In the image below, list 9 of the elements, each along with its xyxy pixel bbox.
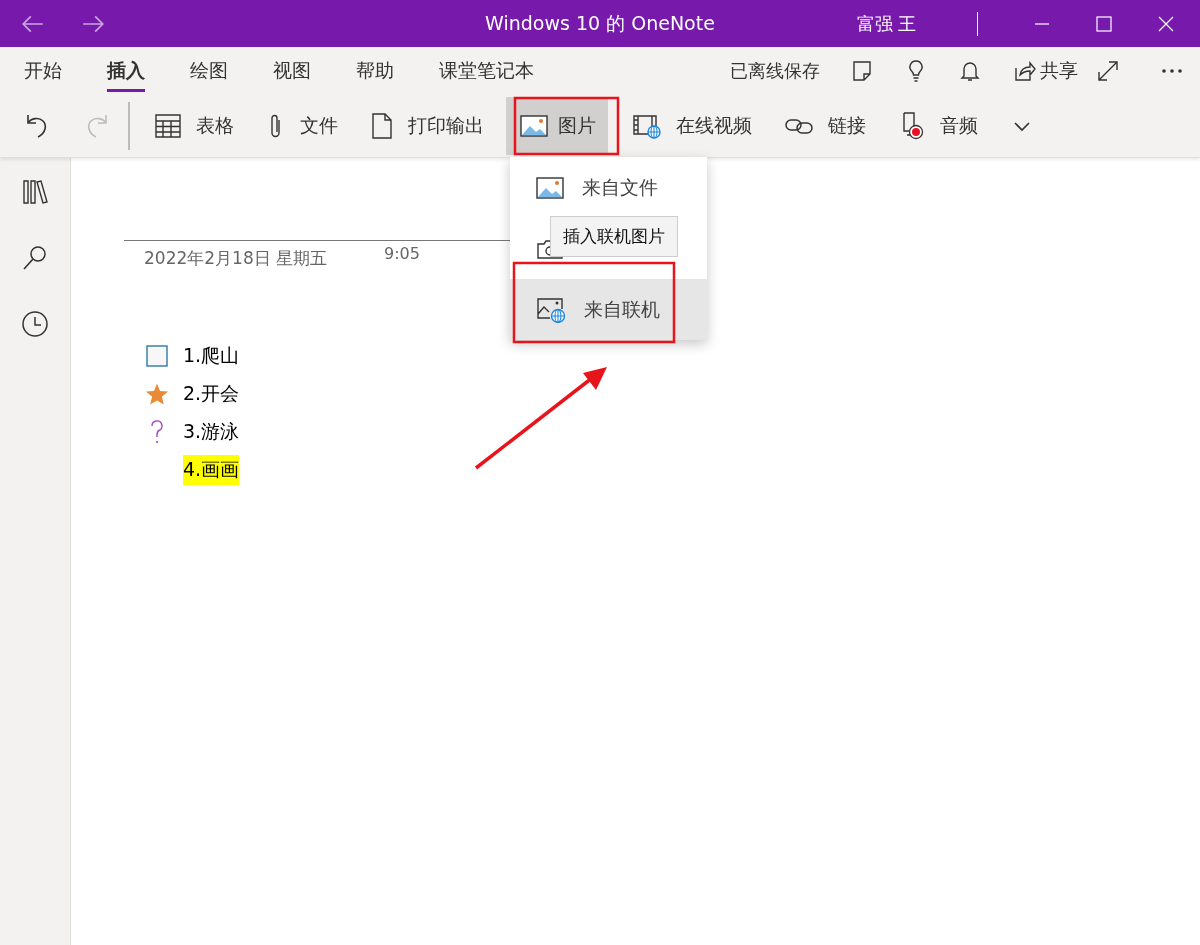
- note-text: 1.爬山: [183, 343, 240, 368]
- page-time: 9:05: [384, 244, 420, 265]
- note-text: 2.开会: [183, 381, 240, 406]
- window-title: Windows 10 的 OneNote: [485, 10, 715, 36]
- page-date: 2022年2月18日 星期五: [144, 247, 329, 270]
- note-text: 4.画画: [183, 455, 240, 485]
- tooltip: 插入联机图片: [550, 216, 678, 257]
- note-text: 3.游泳: [183, 419, 240, 444]
- sync-status: 已离线保存: [730, 59, 820, 83]
